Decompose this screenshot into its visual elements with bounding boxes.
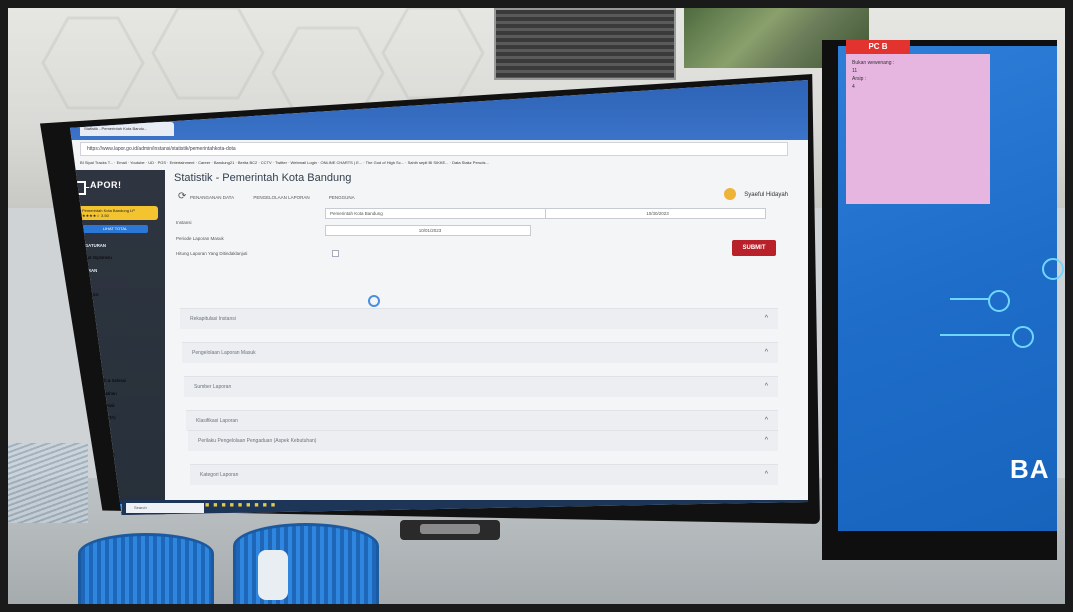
refresh-icon[interactable]: ⟳ [178,192,188,202]
date-from-field[interactable]: 10/01/2023 [325,225,531,236]
page-title: Statistik - Pemerintah Kota Bandung [174,172,352,184]
bookmark-item[interactable]: ONLINE CHARTS | E... [320,160,362,165]
sticky-line: Bukan wewenang : [852,60,895,66]
panel-kategori[interactable]: Kategori Laporan ^ [190,464,778,485]
circuit-line [950,298,990,300]
panel-title: Rekapitulasi Instansi [190,316,236,322]
bookmark-item[interactable]: Email [117,160,127,165]
circuit-line [940,334,1010,336]
bookmark-item[interactable]: Career [198,160,210,165]
bookmark-item[interactable]: Berita BC2 [238,160,257,165]
chevron-up-icon[interactable]: ^ [765,343,768,363]
tab-pengguna[interactable]: PENGGUNA [329,195,355,200]
bookmark-item[interactable]: Sahih sepit BI SIKKE... [408,160,449,165]
date-to-field[interactable]: 10/30/2023 [545,208,766,219]
bookmark-item[interactable]: BI Sipal Tracks T... [80,160,113,165]
bookmark-item[interactable]: UD [148,160,154,165]
hitung-label: Hitung Laporan Yang Ditindaklanjuti [176,251,248,256]
panel-perilaku[interactable]: Perilaku Pengelolaan Pengaduan (Aspek Ke… [188,430,778,451]
blue-basket [233,523,379,604]
sticky-line: 11 [852,68,858,74]
sticky-note[interactable]: Bukan wewenang : 11 Arsip : 4 [846,54,990,204]
panel-rekapitulasi[interactable]: Rekapitulasi Instansi ^ [180,308,778,329]
periode-label: Periode Laporan Masuk [176,236,224,241]
panel-title: Perilaku Pengelolaan Pengaduan (Aspek Ke… [198,438,317,444]
bookmark-item[interactable]: Webmail Login [291,160,317,165]
user-name[interactable]: Syaeful Hidayah [744,192,788,198]
address-bar[interactable]: https://www.lapor.go.id/admin/instansi/s… [80,142,788,156]
chevron-up-icon[interactable]: ^ [765,411,768,431]
taskbar-search[interactable]: Search [126,503,204,513]
bookmark-item[interactable]: The God of High Sc... [366,160,404,165]
instansi-label: Instansi [176,220,192,225]
panel-klasifikasi[interactable]: Klasifikasi Laporan ^ [186,410,778,431]
panel-sumber[interactable]: Sumber Laporan ^ [184,376,778,397]
bookmarks-bar: BI Sipal Tracks T... · Email · Youtube ·… [80,160,489,165]
chevron-up-icon[interactable]: ^ [765,309,768,329]
hitung-checkbox[interactable] [332,250,339,257]
sticky-line: 4 [852,84,855,90]
circuit-node [1012,326,1034,348]
tab-pengelolaan[interactable]: PENGELOLAAN LAPORAN [253,195,309,200]
panel-title: Kategori Laporan [200,472,239,478]
taskbar-apps[interactable]: ■■■■■■■■■ [205,502,279,509]
panel-title: Pengelolaan Laporan Masuk [192,350,256,356]
tab-penanganan[interactable]: PENANGANAN DATA [190,195,234,200]
submit-button[interactable]: SUBMIT [732,240,776,256]
papers [8,443,88,523]
air-vent [494,8,676,80]
panel-title: Klasifikasi Laporan [196,418,238,424]
circuit-node [1042,258,1064,280]
bookmark-item[interactable]: Youtube [130,160,145,165]
monitor-logo [420,524,480,534]
pc-label: PC B [846,40,910,54]
bookmark-item[interactable]: Entertainment [170,160,195,165]
panel-pengelolaan[interactable]: Pengelolaan Laporan Masuk ^ [182,342,778,363]
bookmark-item[interactable]: Data Stakz Peruds... [452,160,489,165]
sticky-line: Arsip : [852,76,867,82]
bookmark-item[interactable]: Twitter [275,160,287,165]
panel-title: Sumber Laporan [194,384,232,390]
bookmark-item[interactable]: CCTV [261,160,272,165]
chevron-up-icon[interactable]: ^ [765,465,768,485]
chevron-up-icon[interactable]: ^ [765,377,768,397]
loading-spinner-icon [368,295,380,307]
bookmark-item[interactable]: Bandung21 [214,160,234,165]
lihat-total-button[interactable]: LIHAT TOTAL [82,225,148,233]
chevron-up-icon[interactable]: ^ [765,431,768,451]
wallpaper-text: BA [1010,454,1050,484]
org-info: Pemerintah Kota Bandung LP ★★★★☆ 3.50 [82,208,135,218]
org-rating: ★★★★☆ 3.50 [82,213,109,218]
main-screen: Statistik - Pemerintah Kota Bandu... htt… [70,80,808,515]
circuit-node [988,290,1010,312]
user-avatar[interactable] [724,188,736,200]
app-logo[interactable]: LAPOR! [84,180,122,190]
blue-basket [78,533,214,604]
stats-tabs: PENANGANAN DATA PENGELOLAAN LAPORAN PENG… [190,195,373,200]
bottle [258,550,288,600]
bookmark-item[interactable]: PGS [158,160,166,165]
